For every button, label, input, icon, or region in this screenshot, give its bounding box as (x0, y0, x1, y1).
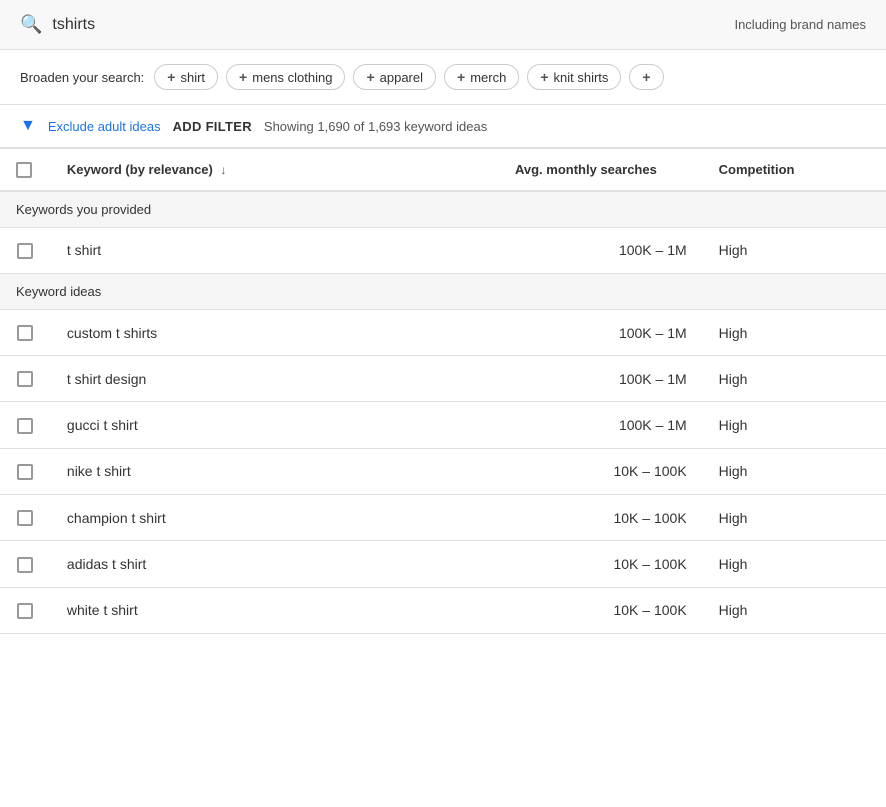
table-row: champion t shirt 10K – 100K High (0, 495, 886, 541)
row-checkbox[interactable] (17, 603, 33, 619)
table-row: gucci t shirt 100K – 1M High (0, 402, 886, 448)
row-checkbox[interactable] (17, 510, 33, 526)
section-title: Keywords you provided (0, 191, 886, 228)
section-title: Keyword ideas (0, 273, 886, 309)
row-checkbox[interactable] (17, 325, 33, 341)
plus-icon-apparel: + (366, 69, 374, 85)
row-checkbox-cell[interactable] (0, 402, 51, 448)
row-checkbox[interactable] (17, 371, 33, 387)
row-searches: 100K – 1M (499, 402, 703, 448)
table-header-row: Keyword (by relevance) ↓ Avg. monthly se… (0, 149, 886, 191)
th-competition: Competition (703, 149, 886, 191)
broaden-tags: + shirt + mens clothing + apparel + merc… (154, 64, 663, 90)
broaden-bar: Broaden your search: + shirt + mens clot… (0, 50, 886, 105)
plus-icon-mens-clothing: + (239, 69, 247, 85)
search-icon: 🔍 (20, 14, 42, 35)
broaden-tag-shirt[interactable]: + shirt (154, 64, 218, 90)
table-row: nike t shirt 10K – 100K High (0, 448, 886, 494)
filter-icon: ▼ (20, 117, 36, 135)
broaden-tag-mens-clothing-label: mens clothing (252, 70, 332, 85)
broaden-tag-mens-clothing[interactable]: + mens clothing (226, 64, 345, 90)
row-checkbox-cell[interactable] (0, 356, 51, 402)
search-query: tshirts (52, 16, 95, 34)
broaden-tag-knit-shirts[interactable]: + knit shirts (527, 64, 621, 90)
table-row: custom t shirts 100K – 1M High (0, 309, 886, 355)
header-checkbox[interactable] (16, 162, 32, 178)
row-competition: High (703, 587, 886, 633)
row-competition: High (703, 448, 886, 494)
exclude-adult-link[interactable]: Exclude adult ideas (48, 119, 161, 134)
th-searches-label: Avg. monthly searches (515, 162, 657, 177)
row-competition: High (703, 402, 886, 448)
add-filter-button[interactable]: ADD FILTER (173, 119, 252, 134)
row-checkbox-cell[interactable] (0, 448, 51, 494)
row-checkbox-cell[interactable] (0, 541, 51, 587)
broaden-tag-apparel[interactable]: + apparel (353, 64, 436, 90)
th-keyword[interactable]: Keyword (by relevance) ↓ (51, 149, 499, 191)
row-keyword: t shirt (51, 227, 499, 273)
row-keyword: adidas t shirt (51, 541, 499, 587)
broaden-tag-more[interactable]: + (629, 64, 663, 90)
sort-arrow-icon: ↓ (220, 163, 226, 177)
broaden-label: Broaden your search: (20, 70, 144, 85)
filter-bar: ▼ Exclude adult ideas ADD FILTER Showing… (0, 105, 886, 149)
table-row: t shirt design 100K – 1M High (0, 356, 886, 402)
plus-icon-more: + (642, 69, 650, 85)
row-checkbox-cell[interactable] (0, 587, 51, 633)
row-searches: 100K – 1M (499, 227, 703, 273)
row-searches: 10K – 100K (499, 495, 703, 541)
row-searches: 10K – 100K (499, 587, 703, 633)
section-header-0: Keywords you provided (0, 191, 886, 228)
plus-icon-shirt: + (167, 69, 175, 85)
row-keyword: t shirt design (51, 356, 499, 402)
th-competition-label: Competition (719, 162, 795, 177)
row-checkbox[interactable] (17, 557, 33, 573)
plus-icon-knit-shirts: + (540, 69, 548, 85)
row-competition: High (703, 495, 886, 541)
row-checkbox[interactable] (17, 418, 33, 434)
table-row: t shirt 100K – 1M High (0, 227, 886, 273)
section-header-1: Keyword ideas (0, 273, 886, 309)
header-checkbox-cell[interactable] (0, 149, 51, 191)
keyword-table: Keyword (by relevance) ↓ Avg. monthly se… (0, 149, 886, 634)
row-keyword: custom t shirts (51, 309, 499, 355)
row-competition: High (703, 227, 886, 273)
row-searches: 100K – 1M (499, 356, 703, 402)
broaden-tag-knit-shirts-label: knit shirts (554, 70, 609, 85)
th-keyword-label: Keyword (by relevance) (67, 162, 213, 177)
row-checkbox-cell[interactable] (0, 227, 51, 273)
table-row: white t shirt 10K – 100K High (0, 587, 886, 633)
row-checkbox[interactable] (17, 243, 33, 259)
th-searches: Avg. monthly searches (499, 149, 703, 191)
row-keyword: gucci t shirt (51, 402, 499, 448)
row-checkbox[interactable] (17, 464, 33, 480)
row-keyword: nike t shirt (51, 448, 499, 494)
row-checkbox-cell[interactable] (0, 309, 51, 355)
table-row: adidas t shirt 10K – 100K High (0, 541, 886, 587)
row-searches: 10K – 100K (499, 541, 703, 587)
row-competition: High (703, 309, 886, 355)
brand-names-link[interactable]: Including brand names (734, 17, 866, 32)
broaden-tag-shirt-label: shirt (180, 70, 205, 85)
broaden-tag-merch[interactable]: + merch (444, 64, 519, 90)
row-keyword: champion t shirt (51, 495, 499, 541)
row-searches: 100K – 1M (499, 309, 703, 355)
row-keyword: white t shirt (51, 587, 499, 633)
broaden-tag-merch-label: merch (470, 70, 506, 85)
broaden-tag-apparel-label: apparel (380, 70, 423, 85)
row-competition: High (703, 541, 886, 587)
search-bar: 🔍 tshirts Including brand names (0, 0, 886, 50)
plus-icon-merch: + (457, 69, 465, 85)
row-checkbox-cell[interactable] (0, 495, 51, 541)
row-searches: 10K – 100K (499, 448, 703, 494)
search-left: 🔍 tshirts (20, 14, 95, 35)
showing-text: Showing 1,690 of 1,693 keyword ideas (264, 119, 487, 134)
row-competition: High (703, 356, 886, 402)
